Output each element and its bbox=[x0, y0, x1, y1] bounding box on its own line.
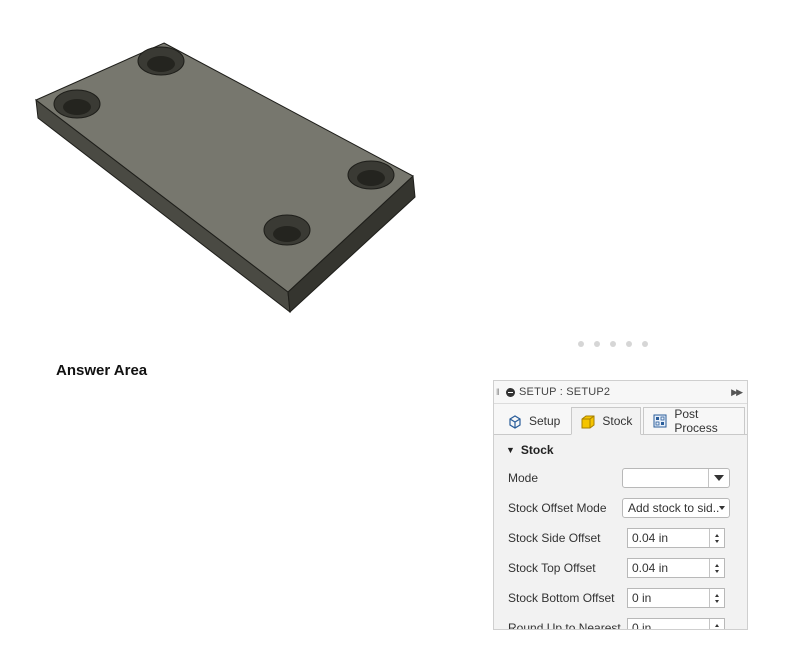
round-up-to-nearest-row: Round Up to Nearest 0 in bbox=[494, 613, 747, 630]
plate-3d-model bbox=[35, 42, 416, 314]
tab-stock[interactable]: Stock bbox=[571, 407, 642, 435]
double-chevron-right-icon[interactable]: ▶▶ bbox=[731, 387, 743, 398]
dialog-titlebar[interactable]: ‖ SETUP : SETUP2 ▶▶ bbox=[494, 381, 747, 404]
stock-box-icon bbox=[580, 413, 596, 429]
stepper-icon[interactable] bbox=[709, 559, 724, 577]
tab-post-process-label: Post Process bbox=[674, 407, 718, 435]
stock-top-offset-input[interactable]: 0.04 in bbox=[627, 558, 725, 578]
stepper-icon[interactable] bbox=[709, 589, 724, 607]
counterbore-hole-3 bbox=[347, 160, 395, 190]
chevron-down-icon[interactable] bbox=[719, 506, 725, 510]
stock-top-offset-value[interactable]: 0.04 in bbox=[628, 561, 709, 575]
carousel-dot[interactable] bbox=[642, 341, 648, 347]
stock-offset-mode-row: Stock Offset Mode Add stock to sid... bbox=[494, 493, 747, 523]
counterbore-hole-4 bbox=[263, 214, 311, 246]
stepper-icon[interactable] bbox=[709, 529, 724, 547]
carousel-dots bbox=[578, 341, 648, 347]
stock-side-offset-input[interactable]: 0.04 in bbox=[627, 528, 725, 548]
stock-side-offset-row: Stock Side Offset 0.04 in bbox=[494, 523, 747, 553]
stock-top-offset-label: Stock Top Offset bbox=[508, 561, 596, 575]
answer-area-title: Answer Area bbox=[56, 362, 148, 379]
dialog-tabs: Setup Stock Post Process bbox=[494, 404, 747, 435]
caret-down-icon[interactable]: ▼ bbox=[506, 445, 515, 455]
tab-stock-label: Stock bbox=[602, 414, 633, 428]
tab-setup-label: Setup bbox=[529, 414, 561, 428]
chevron-down-icon[interactable] bbox=[714, 475, 724, 481]
round-up-to-nearest-label: Round Up to Nearest bbox=[508, 621, 621, 630]
counterbore-hole-1 bbox=[137, 46, 185, 76]
mode-select[interactable] bbox=[622, 468, 730, 488]
dialog-title: SETUP : SETUP2 bbox=[519, 386, 611, 398]
mode-label: Mode bbox=[508, 471, 539, 485]
stepper-icon[interactable] bbox=[709, 619, 724, 629]
stock-top-offset-row: Stock Top Offset 0.04 in bbox=[494, 553, 747, 583]
page: Answer Area ‖ SETUP : SETUP2 ▶▶ Setup St… bbox=[0, 0, 803, 650]
round-up-to-nearest-input[interactable]: 0 in bbox=[627, 618, 725, 629]
round-up-to-nearest-value[interactable]: 0 in bbox=[628, 621, 709, 629]
stock-section-title: Stock bbox=[520, 443, 554, 457]
stock-bottom-offset-row: Stock Bottom Offset 0 in bbox=[494, 583, 747, 613]
counterbore-hole-2 bbox=[53, 89, 101, 119]
carousel-dot[interactable] bbox=[594, 341, 600, 347]
carousel-dot[interactable] bbox=[626, 341, 632, 347]
stock-section-header[interactable]: ▼ Stock bbox=[494, 437, 747, 463]
carousel-dot[interactable] bbox=[578, 341, 584, 347]
minus-circle-icon[interactable] bbox=[506, 387, 515, 397]
stock-bottom-offset-value[interactable]: 0 in bbox=[628, 591, 709, 605]
stock-side-offset-label: Stock Side Offset bbox=[508, 531, 601, 545]
setup-dialog: ‖ SETUP : SETUP2 ▶▶ Setup Stock Post Pro… bbox=[493, 380, 748, 630]
tab-post-process[interactable]: Post Process bbox=[643, 407, 745, 435]
stock-offset-mode-select[interactable]: Add stock to sid... bbox=[622, 498, 730, 518]
stock-offset-mode-label: Stock Offset Mode bbox=[508, 501, 607, 515]
select-divider bbox=[708, 469, 709, 487]
stock-bottom-offset-input[interactable]: 0 in bbox=[627, 588, 725, 608]
stock-offset-mode-value: Add stock to sid... bbox=[628, 501, 719, 515]
stock-side-offset-value[interactable]: 0.04 in bbox=[628, 531, 709, 545]
carousel-dot[interactable] bbox=[610, 341, 616, 347]
setup-cube-icon bbox=[507, 413, 523, 429]
tab-setup[interactable]: Setup bbox=[498, 407, 570, 434]
post-process-icon bbox=[652, 413, 668, 429]
drag-grip-icon[interactable]: ‖ bbox=[496, 387, 504, 397]
mode-row: Mode bbox=[494, 463, 747, 493]
stock-bottom-offset-label: Stock Bottom Offset bbox=[508, 591, 615, 605]
